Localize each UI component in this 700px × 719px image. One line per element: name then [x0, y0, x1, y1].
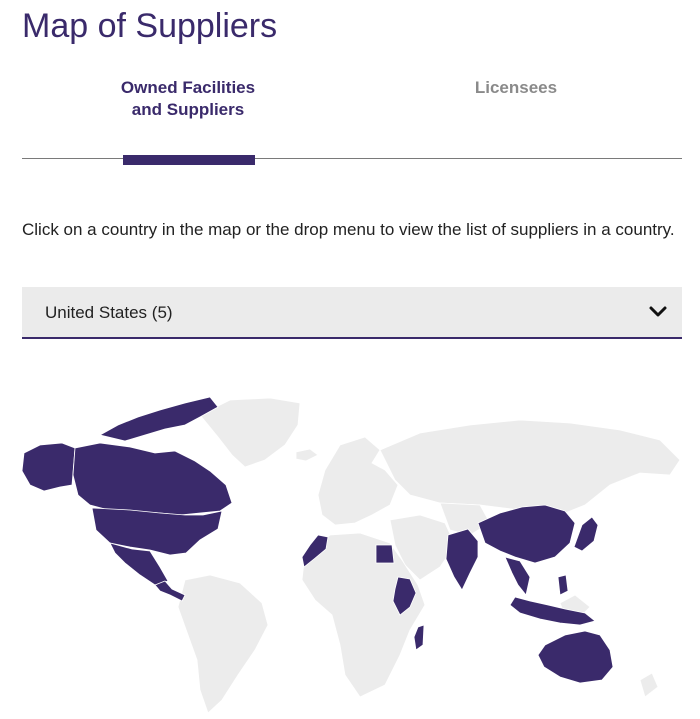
country-select[interactable]: United States (5)	[22, 287, 682, 339]
map-philippines[interactable]	[557, 574, 569, 596]
map-canada[interactable]	[72, 442, 233, 516]
map-iceland[interactable]	[295, 448, 319, 462]
world-map[interactable]	[0, 345, 700, 719]
map-canadian-arctic-islands[interactable]	[98, 396, 219, 442]
instructions-text: Click on a country in the map or the dro…	[22, 220, 675, 239]
map-india[interactable]	[445, 528, 479, 591]
tab-licensees[interactable]: Licensees	[426, 77, 606, 99]
map-central-america[interactable]	[154, 580, 186, 602]
active-tab-indicator	[123, 155, 255, 165]
map-egypt[interactable]	[375, 544, 395, 564]
map-madagascar[interactable]	[413, 624, 425, 651]
chevron-down-icon	[649, 306, 667, 317]
map-south-america[interactable]	[177, 574, 269, 714]
map-japan[interactable]	[573, 516, 599, 552]
page-title: Map of Suppliers	[22, 7, 278, 45]
map-australia[interactable]	[537, 630, 614, 684]
map-new-zealand[interactable]	[639, 672, 659, 698]
map-united-states[interactable]	[91, 507, 223, 556]
map-china[interactable]	[477, 504, 576, 564]
map-russia[interactable]	[379, 419, 681, 516]
map-southeast-asia-mainland[interactable]	[504, 556, 531, 596]
tab-divider	[22, 158, 682, 159]
tab-bar: Owned Facilities and Suppliers Licensees	[22, 72, 682, 166]
tab-owned-facilities[interactable]: Owned Facilities and Suppliers	[118, 77, 258, 121]
map-alaska[interactable]	[21, 442, 76, 492]
country-select-value: United States (5)	[45, 303, 173, 322]
